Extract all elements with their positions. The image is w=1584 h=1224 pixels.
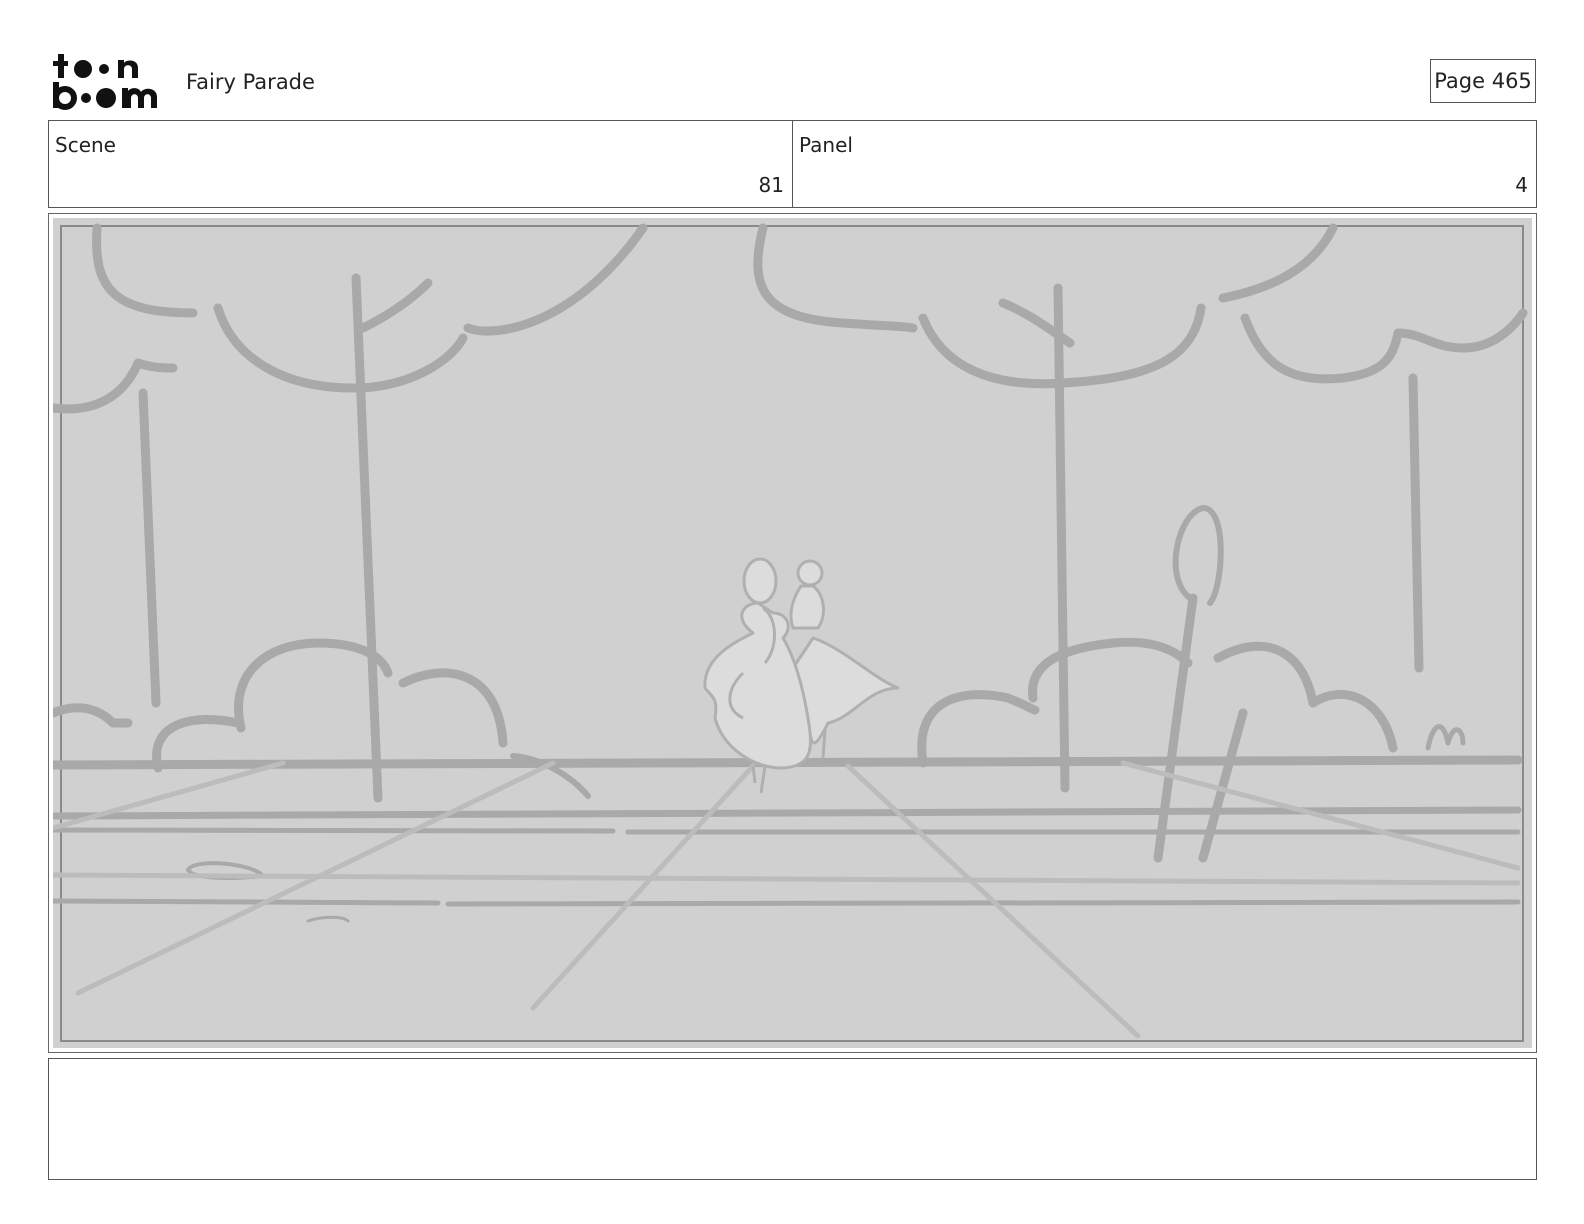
- panel-number: 4: [1515, 173, 1528, 197]
- panel-label: Panel: [799, 133, 853, 157]
- road-line: [445, 899, 1521, 907]
- road-line: [53, 827, 616, 834]
- scene-cell: Scene 81: [49, 121, 792, 207]
- page-number-box: Page 465: [1430, 59, 1536, 103]
- project-title: Fairy Parade: [186, 70, 315, 94]
- panel-cell: Panel 4: [792, 121, 1536, 207]
- road-line: [53, 898, 441, 906]
- scene-panel-info: Scene 81 Panel 4: [48, 120, 1537, 208]
- storyboard-panel: [48, 213, 1537, 1053]
- page-number: Page 465: [1434, 69, 1532, 93]
- toonboom-logo: [53, 54, 157, 110]
- pole: [1408, 373, 1424, 673]
- scene-number: 81: [758, 173, 784, 197]
- panel-notes: [48, 1058, 1537, 1180]
- scene-label: Scene: [55, 133, 116, 157]
- sketch-drawing: [53, 218, 1532, 1048]
